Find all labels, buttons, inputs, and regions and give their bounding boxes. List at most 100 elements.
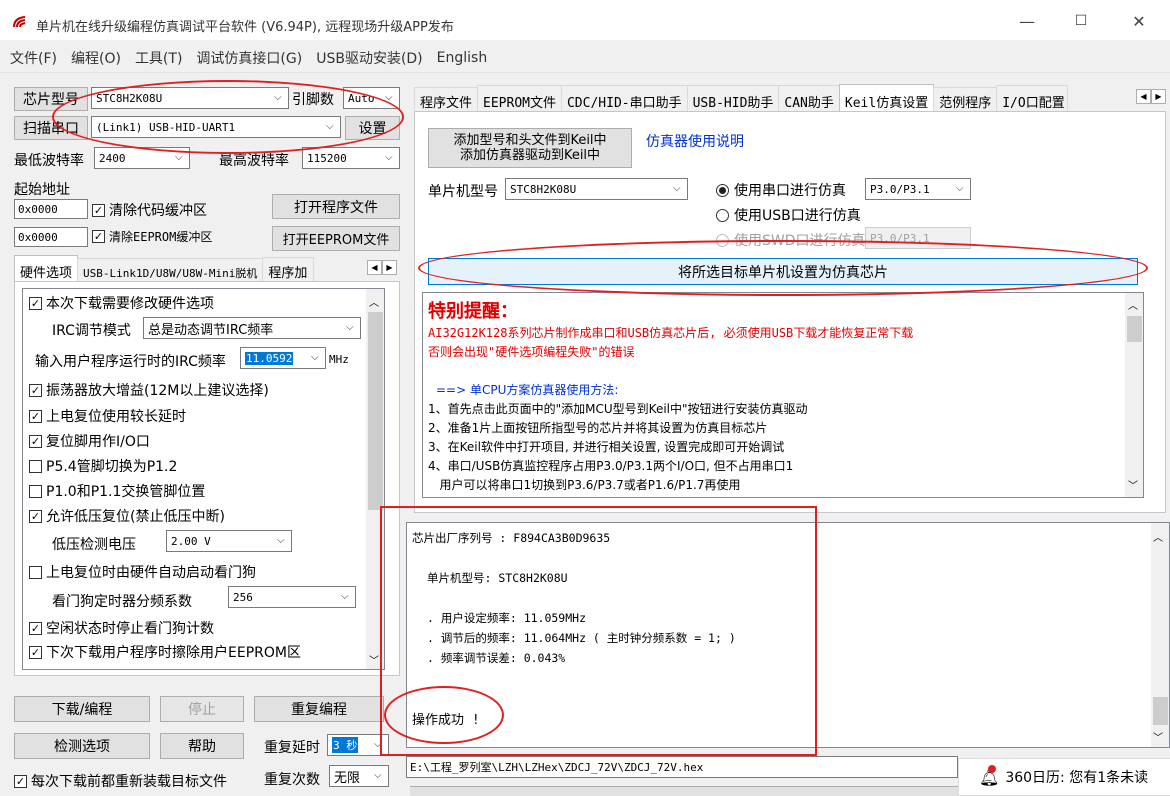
low-voltage-reset-label: 允许低压复位(禁止低压中断) — [46, 509, 225, 525]
code-address-input[interactable]: 0x0000 — [14, 199, 88, 219]
min-baud-value: 2400 — [99, 151, 126, 165]
reload-before-download-checkbox[interactable]: ✓ 每次下载前都重新装载目标文件 — [14, 771, 227, 791]
radio-unselected-icon — [716, 208, 729, 222]
right-tab-strip: 程序文件 EEPROM文件 CDC/HID-串口助手 USB-HID助手 CAN… — [414, 84, 1069, 114]
lvd-voltage-select[interactable]: 2.00 V ⌵ — [166, 530, 292, 552]
tab-keil-emulation[interactable]: Keil仿真设置 — [838, 84, 935, 114]
tab-scroll-left-icon[interactable]: ◀ — [367, 260, 382, 275]
notice-scroll-thumb[interactable] — [1127, 316, 1142, 342]
menu-bar: 文件(F) 编程(O) 工具(T) 调试仿真接口(G) USB驱动安装(D) E… — [0, 44, 1170, 72]
serial-port-select[interactable]: P3.0/P3.1 ⌵ — [865, 178, 971, 200]
max-baud-value: 115200 — [307, 151, 347, 165]
max-baud-select[interactable]: 115200 ⌵ — [302, 147, 400, 169]
lvd-voltage-label: 低压检测电压 — [52, 537, 136, 553]
add-to-keil-button[interactable]: 添加型号和头文件到Keil中 添加仿真器驱动到Keil中 — [428, 128, 632, 168]
clear-eeprom-buffer-checkbox[interactable]: ✓ 清除EEPROM缓冲区 — [92, 228, 212, 245]
scroll-down-icon[interactable]: ﹀ — [1128, 477, 1138, 492]
chevron-down-icon: ⌵ — [311, 352, 319, 363]
scroll-down-icon[interactable]: ﹀ — [1153, 729, 1163, 744]
bell-icon: 🔔︎ — [979, 764, 999, 787]
modify-hw-options-checkbox[interactable]: ✓ 本次下载需要修改硬件选项 — [29, 293, 214, 313]
erase-eeprom-checkbox[interactable]: ✓ 下次下载用户程序时擦除用户EEPROM区 — [29, 642, 301, 662]
usage-title: ==> 单CPU方案仿真器使用方法: — [436, 383, 619, 397]
hw-watchdog-checkbox[interactable]: 上电复位时由硬件自动启动看门狗 — [29, 562, 256, 582]
reset-pin-io-checkbox[interactable]: ✓ 复位脚用作I/O口 — [29, 431, 150, 451]
annotation-ellipse-set-chip — [418, 240, 1148, 296]
clear-code-buffer-checkbox[interactable]: ✓ 清除代码缓冲区 — [92, 200, 207, 220]
menu-separator — [0, 72, 1170, 73]
scroll-up-icon[interactable]: ︿ — [1153, 529, 1163, 544]
menu-usb-driver[interactable]: USB驱动安装(D) — [316, 48, 422, 68]
open-program-button[interactable]: 打开程序文件 — [272, 194, 400, 219]
notification-toast[interactable]: 🔔︎ 360日历: 您有1条未读 — [958, 758, 1170, 796]
eeprom-address-input[interactable]: 0x0000 — [14, 227, 88, 247]
hardware-options-list — [22, 288, 385, 670]
irc-mode-label: IRC调节模式 — [52, 323, 131, 339]
open-eeprom-button[interactable]: 打开EEPROM文件 — [272, 226, 400, 251]
tab-program-file[interactable]: 程序文件 — [414, 87, 479, 114]
tab-hardware-options[interactable]: 硬件选项 — [14, 255, 79, 284]
menu-file[interactable]: 文件(F) — [10, 48, 57, 68]
mcu-model-select[interactable]: STC8H2K08U ⌵ — [505, 178, 688, 200]
help-button[interactable]: 帮助 — [160, 733, 244, 759]
irc-frequency-select[interactable]: 11.0592 ⌵ — [240, 347, 326, 369]
chevron-down-icon: ⌵ — [346, 322, 354, 333]
left-tab-strip: 硬件选项 USB-Link1D/U8W/U8W-Mini脱机 程序加 — [14, 255, 315, 284]
tab-program-encrypt[interactable]: 程序加 — [262, 257, 315, 284]
tab-examples[interactable]: 范例程序 — [933, 87, 998, 114]
irc-mode-select[interactable]: 总是动态调节IRC频率 ⌵ — [143, 317, 361, 339]
repeat-program-button[interactable]: 重复编程 — [254, 696, 384, 722]
output-scroll-thumb[interactable] — [1153, 697, 1168, 725]
irc-frequency-value: 11.0592 — [245, 351, 294, 365]
usage-line-4: 4、串口/USB仿真监控程序占用P3.0/P3.1两个I/O口, 但不占用串口1 — [428, 459, 794, 473]
menu-tools[interactable]: 工具(T) — [135, 48, 182, 68]
scroll-down-icon[interactable]: ﹀ — [369, 652, 379, 667]
serial-emulation-radio[interactable]: 使用串口进行仿真 — [716, 180, 846, 200]
tab-usb-hid[interactable]: USB-HID助手 — [686, 85, 780, 114]
p54-switch-checkbox[interactable]: P5.4管脚切换为P1.2 — [29, 456, 177, 476]
serial-port-value: P3.0/P3.1 — [870, 182, 930, 196]
download-program-button[interactable]: 下载/编程 — [14, 696, 150, 722]
hex-file-path: E:\工程_罗列室\LZH\LZHex\ZDCJ_72V\ZDCJ_72V.he… — [406, 756, 958, 778]
usb-emulation-radio[interactable]: 使用USB口进行仿真 — [716, 205, 861, 225]
repeat-count-select[interactable]: 无限 ⌵ — [329, 765, 389, 787]
chevron-down-icon: ⌵ — [341, 591, 349, 602]
checkmark-icon: ✓ — [29, 509, 42, 523]
lvd-voltage-value: 2.00 V — [171, 534, 211, 548]
tab-can[interactable]: CAN助手 — [778, 85, 840, 114]
right-tab-scroll-right-icon[interactable]: ▶ — [1151, 89, 1166, 104]
p54-switch-label: P5.4管脚切换为P1.2 — [46, 459, 178, 475]
minimize-button[interactable]: — — [1004, 6, 1050, 36]
idle-stop-wdt-checkbox[interactable]: ✓ 空闲状态时停止看门狗计数 — [29, 618, 214, 638]
unchecked-box-icon — [29, 459, 42, 473]
menu-program[interactable]: 编程(O) — [71, 48, 121, 68]
low-voltage-reset-checkbox[interactable]: ✓ 允许低压复位(禁止低压中断) — [29, 506, 225, 526]
irc-unit-label: MHz — [329, 353, 349, 366]
tab-io-config[interactable]: I/O口配置 — [996, 85, 1069, 114]
check-options-button[interactable]: 检测选项 — [14, 733, 150, 759]
emulator-help-link[interactable]: 仿真器使用说明 — [646, 131, 744, 151]
long-reset-delay-checkbox[interactable]: ✓ 上电复位使用较长延时 — [29, 406, 186, 426]
close-button[interactable]: ✕ — [1116, 6, 1162, 36]
osc-gain-checkbox[interactable]: ✓ 振荡器放大增益(12M以上建议选择) — [29, 380, 269, 400]
p10-p11-swap-checkbox[interactable]: P1.0和P1.1交换管脚位置 — [29, 481, 205, 501]
stop-button[interactable]: 停止 — [160, 696, 244, 722]
tab-scroll-right-icon[interactable]: ▶ — [382, 260, 397, 275]
usage-line-5: 用户可以将串口1切换到P3.6/P3.7或者P1.6/P1.7再使用 — [428, 478, 741, 492]
checkmark-icon: ✓ — [29, 621, 42, 635]
scroll-up-icon[interactable]: ︿ — [369, 294, 379, 309]
window-title: 单片机在线升级编程仿真调试平台软件 (V6.94P), 远程现场升级APP发布 — [36, 20, 454, 35]
scroll-up-icon[interactable]: ︿ — [1128, 297, 1138, 312]
modify-hw-options-label: 本次下载需要修改硬件选项 — [46, 296, 214, 312]
p10-p11-swap-label: P1.0和P1.1交换管脚位置 — [46, 484, 206, 500]
options-scroll-thumb[interactable] — [368, 312, 383, 510]
menu-debug[interactable]: 调试仿真接口(G) — [196, 48, 302, 68]
clear-eeprom-label: 清除EEPROM缓冲区 — [109, 230, 213, 244]
right-tab-scroll-left-icon[interactable]: ◀ — [1136, 89, 1151, 104]
menu-english[interactable]: English — [437, 50, 488, 66]
maximize-button[interactable]: ☐ — [1058, 6, 1104, 36]
tab-eeprom-file[interactable]: EEPROM文件 — [477, 85, 562, 114]
serial-emulation-label: 使用串口进行仿真 — [734, 183, 846, 199]
wdt-prescaler-select[interactable]: 256 ⌵ — [228, 586, 356, 608]
tab-cdc-hid-serial[interactable]: CDC/HID-串口助手 — [560, 85, 688, 114]
